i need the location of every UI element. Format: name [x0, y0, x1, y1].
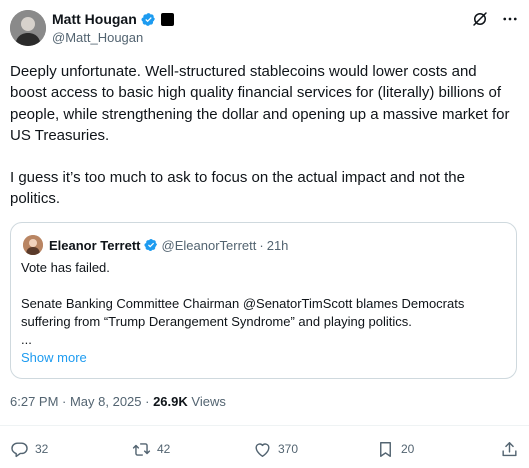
more-icon[interactable]	[501, 10, 519, 28]
action-bar: 32 42 370 20	[10, 436, 519, 462]
share-button[interactable]	[500, 436, 519, 462]
bookmark-icon	[380, 441, 391, 457]
tweet-timestamp[interactable]: 6:27 PM · May 8, 2025 ·	[10, 394, 153, 409]
retweet-count: 42	[157, 442, 171, 456]
tweet-meta: 6:27 PM · May 8, 2025 · 26.9K Views	[10, 394, 226, 409]
share-icon	[502, 441, 517, 456]
author-handle[interactable]: @Matt_Hougan	[52, 30, 174, 45]
retweet-button[interactable]: 42	[132, 436, 170, 462]
quoted-body: Vote has failed. Senate Banking Committe…	[21, 259, 508, 349]
reply-count: 32	[35, 442, 49, 456]
header-actions	[471, 10, 519, 28]
tweet-paragraph: Deeply unfortunate. Well-structured stab…	[10, 63, 510, 144]
quoted-line: Vote has failed.	[21, 260, 110, 275]
bookmark-button[interactable]: 20	[376, 436, 414, 462]
like-icon	[255, 442, 270, 457]
quoted-time: 21h	[266, 237, 289, 253]
grok-icon[interactable]	[471, 10, 489, 28]
divider	[0, 425, 529, 426]
like-button[interactable]: 370	[253, 436, 298, 462]
like-count: 370	[278, 442, 299, 456]
bookmark-count: 20	[401, 442, 415, 456]
quoted-tweet[interactable]: Eleanor Terrett @EleanorTerrett · 21h Vo…	[10, 222, 517, 379]
quoted-header: Eleanor Terrett @EleanorTerrett · 21h	[23, 235, 288, 255]
views-count: 26.9K	[153, 394, 188, 409]
retweet-icon	[132, 442, 151, 456]
quoted-line: ...	[21, 332, 32, 347]
verified-badge-icon[interactable]	[141, 12, 156, 27]
reply-button[interactable]: 32	[10, 436, 48, 462]
quoted-line: Senate Banking Committee Chairman @Senat…	[21, 296, 465, 329]
quoted-verified-badge-icon	[143, 239, 157, 251]
tweet-text: Deeply unfortunate. Well-structured stab…	[10, 61, 515, 210]
tweet-header: Matt Hougan @Matt_Hougan	[10, 8, 519, 48]
affiliation-badge-icon[interactable]	[160, 12, 174, 26]
views-label: Views	[187, 394, 226, 409]
reply-icon	[11, 441, 28, 457]
tweet-paragraph: I guess it’s too much to ask to focus on…	[10, 169, 465, 208]
author-names: Matt Hougan @Matt_Hougan	[52, 10, 174, 45]
author-avatar[interactable]	[10, 10, 46, 46]
author-display-name[interactable]: Matt Hougan	[52, 11, 137, 27]
quoted-display-name: Eleanor Terrett	[49, 237, 141, 253]
quoted-separator: ·	[259, 237, 264, 253]
quoted-handle: @EleanorTerrett	[161, 237, 257, 253]
show-more-link[interactable]: Show more	[21, 350, 87, 365]
quoted-avatar	[23, 235, 43, 255]
name-row: Matt Hougan	[52, 10, 174, 28]
